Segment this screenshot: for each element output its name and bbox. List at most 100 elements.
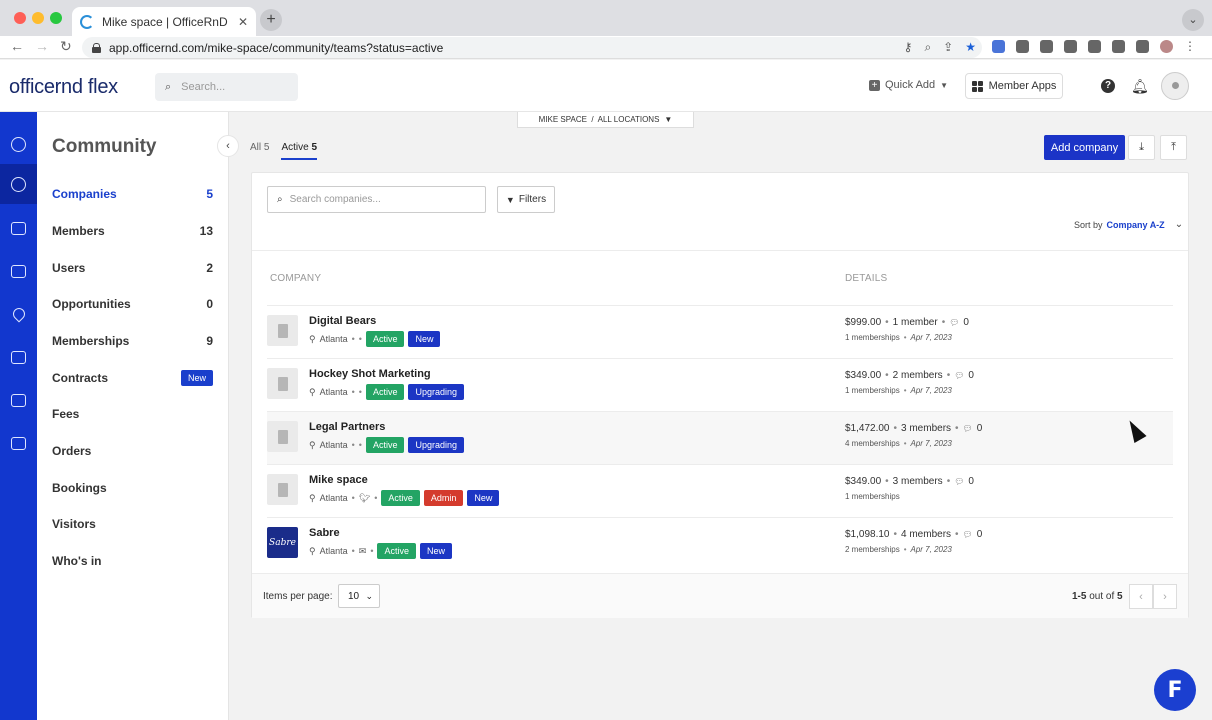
sidebar-item-count: 9 <box>206 334 213 348</box>
sidebar-item-label: Bookings <box>52 481 107 495</box>
items-per-page-select[interactable]: 10 ⌄ <box>338 584 380 608</box>
location-selector[interactable]: MIKE SPACE / ALL LOCATIONS ▼ <box>517 112 694 128</box>
close-tab-icon[interactable]: ✕ <box>238 15 248 29</box>
logo-bold-text: flex <box>87 76 118 98</box>
maximize-window-button[interactable] <box>50 12 62 24</box>
sidebar-item-bookings[interactable]: Bookings <box>52 478 213 498</box>
bookmark-star-icon[interactable]: ★ <box>965 40 976 55</box>
sort-dropdown[interactable]: Sort by Company A-Z ⌄ <box>1074 219 1183 230</box>
sort-value: Company A-Z <box>1106 219 1165 230</box>
tab-all[interactable]: All 5 <box>250 142 269 160</box>
tab-title: Mike space | OfficeRnD <box>102 14 228 29</box>
app-logo[interactable]: officernd flex <box>9 76 118 99</box>
browser-titlebar: Mike space | OfficeRnD ✕ + ⌄ <box>0 0 1212 36</box>
search-companies-input[interactable]: ⌕ Search companies... <box>267 186 486 213</box>
sidebar-item-opportunities[interactable]: Opportunities 0 <box>52 294 213 314</box>
close-window-button[interactable] <box>14 12 26 24</box>
filters-label: Filters <box>518 194 547 205</box>
sidebar-item-companies[interactable]: Companies 5 <box>52 184 213 204</box>
status-badge: Active <box>381 490 420 506</box>
separator-dot: • <box>351 334 355 344</box>
help-icon[interactable]: ? <box>1101 79 1115 93</box>
tab-active[interactable]: Active 5 <box>281 142 318 160</box>
locations-nav[interactable] <box>0 294 37 334</box>
sidebar-item-users[interactable]: Users 2 <box>52 258 213 278</box>
member-count: 3 members <box>901 423 952 434</box>
company-location: Atlanta <box>319 440 348 450</box>
company-name[interactable]: Sabre <box>309 527 340 539</box>
settings-nav[interactable] <box>0 423 37 463</box>
tab-search-button[interactable]: ⌄ <box>1182 9 1204 31</box>
created-date: Apr 7, 2023 <box>910 439 952 448</box>
forward-icon[interactable]: → <box>35 38 49 54</box>
sidebar-item-orders[interactable]: Orders <box>52 441 213 461</box>
messages-nav[interactable] <box>0 208 37 248</box>
community-nav[interactable] <box>0 164 37 204</box>
download-button[interactable]: ⤓ <box>1128 135 1155 160</box>
company-name[interactable]: Legal Partners <box>309 421 385 433</box>
tab-label: All <box>250 142 262 153</box>
sidebar-item-whos-in[interactable]: Who's in <box>52 551 213 571</box>
next-page-button[interactable]: › <box>1153 584 1177 609</box>
company-location: Atlanta <box>319 334 348 344</box>
status-badge: Active <box>365 384 405 400</box>
extension-icon[interactable] <box>992 40 1005 53</box>
sidebar-item-visitors[interactable]: Visitors <box>52 514 213 534</box>
sidebar-item-contracts[interactable]: Contracts New <box>52 368 213 388</box>
extension-icon[interactable] <box>1064 40 1077 53</box>
company-name[interactable]: Digital Bears <box>309 315 376 327</box>
status-badge: New <box>420 543 453 559</box>
extension-icon[interactable] <box>1088 40 1101 53</box>
envelope-icon[interactable]: ✉ <box>359 546 367 557</box>
prev-page-button[interactable]: ‹ <box>1129 584 1153 609</box>
bell-icon[interactable]: 🔔︎ <box>1131 78 1149 95</box>
sidebar-item-members[interactable]: Members 13 <box>52 221 213 241</box>
sidebar-item-memberships[interactable]: Memberships 9 <box>52 331 213 351</box>
company-name[interactable]: Hockey Shot Marketing <box>309 368 431 380</box>
browser-tab[interactable]: Mike space | OfficeRnD ✕ <box>72 7 256 36</box>
puzzle-icon[interactable] <box>1112 40 1125 53</box>
minimize-window-button[interactable] <box>32 12 44 24</box>
member-apps-button[interactable]: Member Apps <box>965 73 1063 99</box>
status-tabs: All 5 Active 5 <box>250 142 318 160</box>
user-avatar[interactable] <box>1161 72 1189 100</box>
memberships-count: 1 memberships <box>845 386 900 395</box>
reports-nav[interactable] <box>0 380 37 420</box>
dashboard-nav[interactable] <box>0 124 37 164</box>
company-name[interactable]: Mike space <box>309 474 368 486</box>
upload-button[interactable]: ⤒ <box>1160 135 1187 160</box>
filters-button[interactable]: ▼ Filters <box>497 186 555 213</box>
table-row[interactable]: Sabre Sabre ⚲ Atlanta • ✉ • Active New $… <box>267 517 1173 570</box>
reload-icon[interactable]: ↻ <box>60 38 72 55</box>
location-text: MIKE SPACE / ALL LOCATIONS <box>538 115 660 124</box>
separator-dot: • <box>358 334 362 344</box>
separator-dot: • <box>370 546 374 556</box>
message-count: 0 <box>968 370 974 381</box>
column-header-details: DETAILS <box>845 273 888 284</box>
table-row[interactable]: Legal Partners ⚲ Atlanta • • Active Upgr… <box>267 411 1173 464</box>
table-row[interactable]: Digital Bears ⚲ Atlanta • • Active New $… <box>267 305 1173 358</box>
items-per-page-label: Items per page: <box>263 591 333 602</box>
sidebar-item-fees[interactable]: Fees <box>52 404 213 424</box>
twitter-icon[interactable]: 🐦︎ <box>359 493 370 504</box>
key-icon[interactable]: ⚷ <box>904 40 913 55</box>
share-icon[interactable]: ⇪ <box>943 40 953 55</box>
extension-icon[interactable] <box>1016 40 1029 53</box>
table-row[interactable]: Mike space ⚲ Atlanta • 🐦︎ • Active Admin… <box>267 464 1173 517</box>
new-tab-button[interactable]: + <box>260 9 282 31</box>
profile-icon[interactable] <box>1160 40 1173 53</box>
global-search-input[interactable]: ⌕ Search... <box>155 73 298 101</box>
calendar-nav[interactable] <box>0 337 37 377</box>
quick-add-button[interactable]: + Quick Add ▼ <box>869 79 948 91</box>
zoom-icon[interactable]: ⌕ <box>924 40 931 55</box>
extension-icon[interactable] <box>1040 40 1053 53</box>
billing-nav[interactable] <box>0 251 37 291</box>
address-bar[interactable]: app.officernd.com/mike-space/community/t… <box>82 37 982 58</box>
back-icon[interactable]: ← <box>10 38 24 54</box>
table-row[interactable]: Hockey Shot Marketing ⚲ Atlanta • • Acti… <box>267 358 1173 411</box>
add-company-button[interactable]: Add company <box>1044 135 1125 160</box>
menu-dots-icon[interactable]: ⋮ <box>1184 40 1196 53</box>
sidebar-icon[interactable] <box>1136 40 1149 53</box>
support-chat-button[interactable]: F <box>1154 669 1196 711</box>
chevron-down-icon: ⌄ <box>365 590 373 601</box>
